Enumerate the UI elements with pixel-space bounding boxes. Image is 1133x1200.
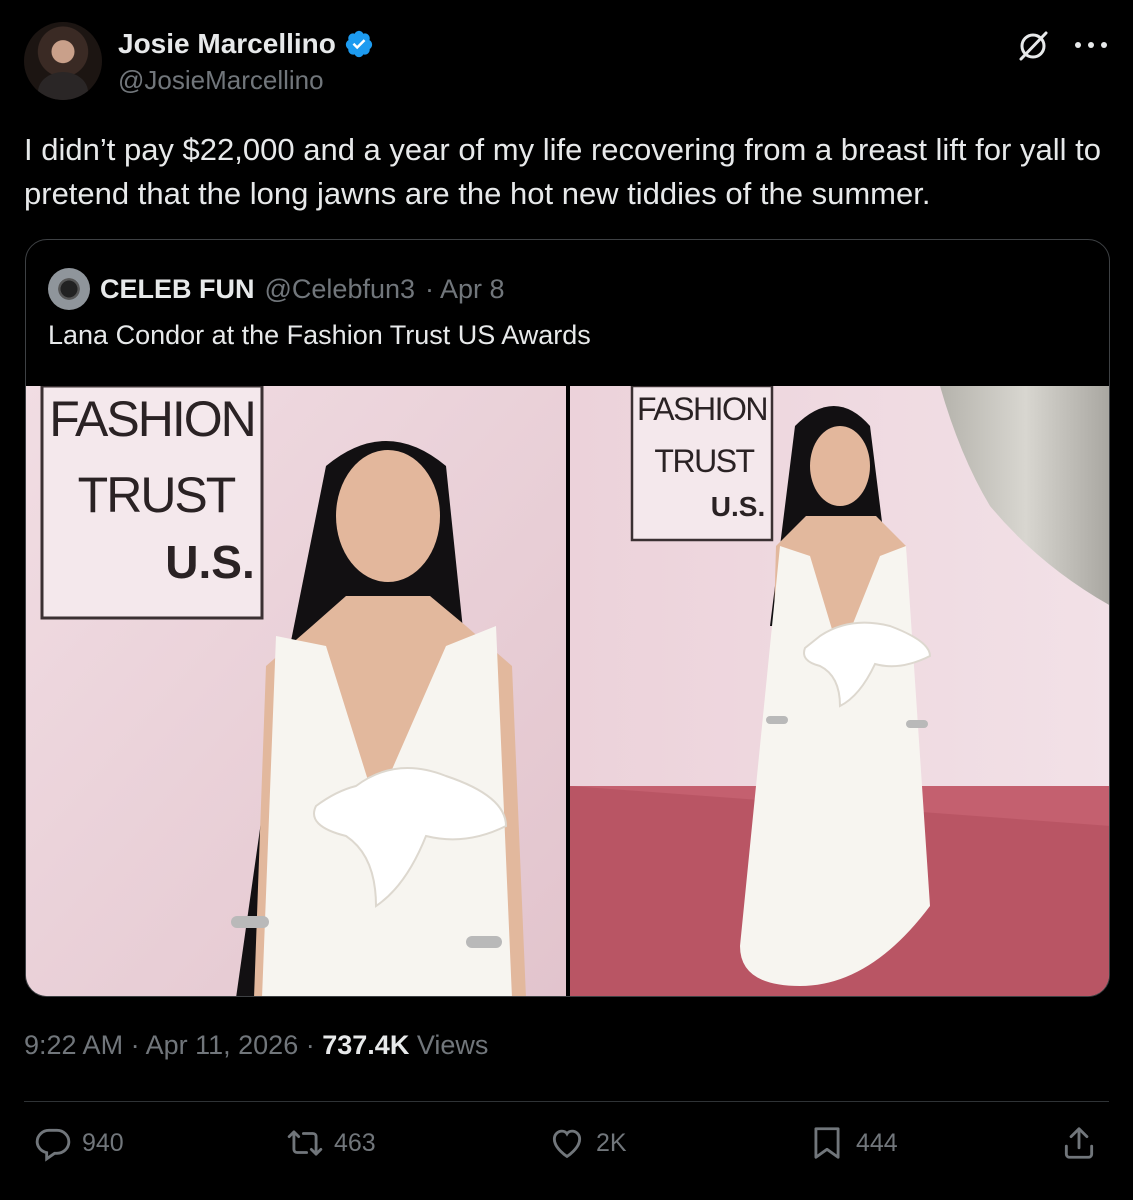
- sign-right-line-3: U.S.: [711, 491, 765, 522]
- reply-count: 940: [82, 1128, 124, 1157]
- quoted-photo-left[interactable]: FASHION TRUST U.S.: [26, 386, 566, 996]
- quoted-tweet[interactable]: CELEB FUN @Celebfun3 · Apr 8 Lana Condor…: [25, 239, 1110, 997]
- photo-left-illustration: FASHION TRUST U.S.: [26, 386, 566, 996]
- repost-button[interactable]: 463: [286, 1124, 376, 1162]
- views-count[interactable]: 737.4K: [322, 1030, 409, 1060]
- meta-separator-1: ·: [130, 1030, 140, 1060]
- reply-button[interactable]: 940: [34, 1124, 124, 1162]
- views-label: Views: [416, 1030, 489, 1060]
- repost-icon: [287, 1130, 323, 1156]
- quoted-tweet-header: CELEB FUN @Celebfun3 · Apr 8: [48, 268, 505, 310]
- bookmark-icon: [814, 1127, 840, 1159]
- sign-left-line-2: TRUST: [78, 467, 236, 523]
- tweet-meta: 9:22 AM · Apr 11, 2026 · 737.4K Views: [24, 1030, 488, 1061]
- tweet-text: I didn’t pay $22,000 and a year of my li…: [24, 132, 1101, 211]
- divider: [24, 1101, 1109, 1102]
- photo-right-illustration: FASHION TRUST U.S.: [570, 386, 1109, 996]
- share-button[interactable]: [1060, 1124, 1098, 1162]
- grok-icon[interactable]: [1015, 28, 1051, 64]
- tweet-date[interactable]: Apr 11, 2026: [146, 1030, 299, 1060]
- like-button[interactable]: 2K: [548, 1124, 627, 1162]
- tweet-time[interactable]: 9:22 AM: [24, 1030, 123, 1060]
- reply-icon: [35, 1128, 71, 1162]
- more-options-icon[interactable]: [1073, 40, 1109, 50]
- sign-right-line-2: TRUST: [654, 443, 754, 479]
- quoted-author-name[interactable]: CELEB FUN: [100, 274, 255, 305]
- like-count: 2K: [596, 1128, 627, 1157]
- quoted-author-handle[interactable]: @Celebfun3: [265, 274, 416, 305]
- bookmark-count: 444: [856, 1128, 898, 1157]
- quoted-tweet-date[interactable]: · Apr 8: [425, 274, 505, 305]
- meta-separator-2: ·: [305, 1030, 315, 1060]
- sign-left-line-3: U.S.: [165, 536, 254, 588]
- author-avatar[interactable]: [24, 22, 102, 100]
- author-name[interactable]: Josie Marcellino: [118, 28, 336, 60]
- bookmark-button[interactable]: 444: [808, 1124, 898, 1162]
- quoted-photo-right[interactable]: FASHION TRUST U.S.: [570, 386, 1109, 996]
- quoted-author-avatar[interactable]: [48, 268, 90, 310]
- heart-icon: [552, 1129, 582, 1159]
- verified-badge-icon: [345, 30, 372, 58]
- repost-count: 463: [334, 1128, 376, 1157]
- sign-left-line-1: FASHION: [49, 391, 254, 447]
- author-name-row: Josie Marcellino: [118, 28, 374, 60]
- share-icon: [1064, 1127, 1094, 1159]
- sign-right-line-1: FASHION: [637, 391, 767, 427]
- author-handle[interactable]: @JosieMarcellino: [118, 65, 324, 96]
- tweet-header: Josie Marcellino @JosieMarcellino: [24, 22, 1109, 102]
- action-bar: 940 463 2K 444: [24, 1124, 1109, 1174]
- quoted-tweet-text: Lana Condor at the Fashion Trust US Awar…: [48, 320, 591, 350]
